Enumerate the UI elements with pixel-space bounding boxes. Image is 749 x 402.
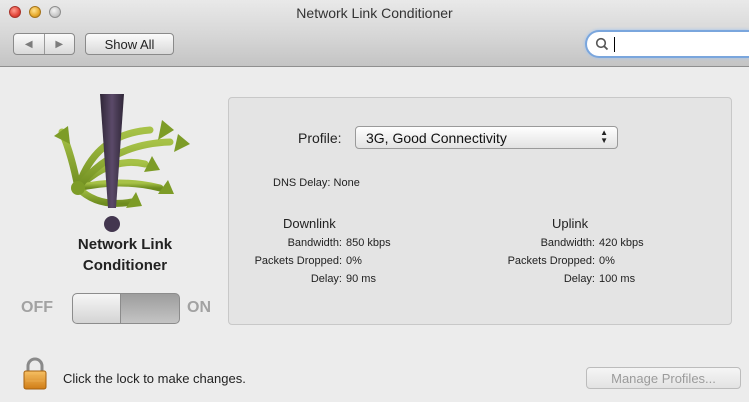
- search-icon: [595, 37, 609, 51]
- chevron-left-icon: ◀: [24, 38, 33, 50]
- show-all-button[interactable]: Show All: [85, 33, 174, 55]
- text-caret: [614, 37, 615, 52]
- uplink-header: Uplink: [552, 216, 589, 231]
- window-title: Network Link Conditioner: [296, 5, 453, 21]
- downlink-bandwidth-value: 850 kbps: [346, 237, 391, 249]
- forward-button[interactable]: ▶: [43, 34, 75, 54]
- toggle-off-label: OFF: [21, 299, 53, 316]
- downlink-delay-label: Delay:: [310, 273, 342, 285]
- uplink-packets-value: 0%: [599, 255, 615, 267]
- uplink-packets-label: Packets Dropped:: [507, 255, 595, 267]
- profile-label: Profile:: [298, 130, 342, 146]
- app-name-line1: Network Link: [77, 236, 173, 253]
- updown-arrows-icon: ▲ ▼: [600, 128, 608, 145]
- chevron-right-icon: ▶: [55, 38, 64, 50]
- search-input[interactable]: [613, 35, 733, 53]
- title-toolbar: Network Link Conditioner ◀ ▶ Show All: [0, 0, 749, 67]
- uplink-bandwidth-value: 420 kbps: [599, 237, 644, 249]
- downlink-packets-label: Packets Dropped:: [254, 255, 342, 267]
- uplink-delay-value: 100 ms: [599, 273, 636, 285]
- downlink-bandwidth-label: Bandwidth:: [287, 237, 342, 249]
- search-field[interactable]: [585, 30, 749, 58]
- lock-message: Click the lock to make changes.: [63, 371, 246, 386]
- app-name-line2: Conditioner: [82, 257, 168, 274]
- back-button[interactable]: ◀: [14, 34, 44, 54]
- uplink-delay-label: Delay:: [563, 273, 595, 285]
- on-off-toggle[interactable]: [72, 293, 180, 324]
- back-forward-control: ◀ ▶: [13, 33, 75, 55]
- uplink-bandwidth-label: Bandwidth:: [540, 237, 595, 249]
- network-link-conditioner-logo: [54, 94, 190, 232]
- profile-select-value: 3G, Good Connectivity: [366, 130, 507, 146]
- toggle-on-label: ON: [187, 299, 211, 316]
- downlink-header: Downlink: [283, 216, 336, 231]
- preferences-window: Network Link Conditioner ◀ ▶ Show All Ne…: [0, 0, 749, 402]
- dns-delay-text: DNS Delay: None: [273, 177, 360, 189]
- manage-profiles-button[interactable]: Manage Profiles...: [586, 367, 741, 389]
- app-name: Network Link Conditioner: [55, 234, 195, 276]
- profile-select[interactable]: 3G, Good Connectivity ▲ ▼: [355, 126, 618, 149]
- downlink-packets-value: 0%: [346, 255, 362, 267]
- downlink-delay-value: 90 ms: [346, 273, 376, 285]
- toggle-knob[interactable]: [73, 294, 121, 323]
- lock-icon[interactable]: [22, 356, 48, 390]
